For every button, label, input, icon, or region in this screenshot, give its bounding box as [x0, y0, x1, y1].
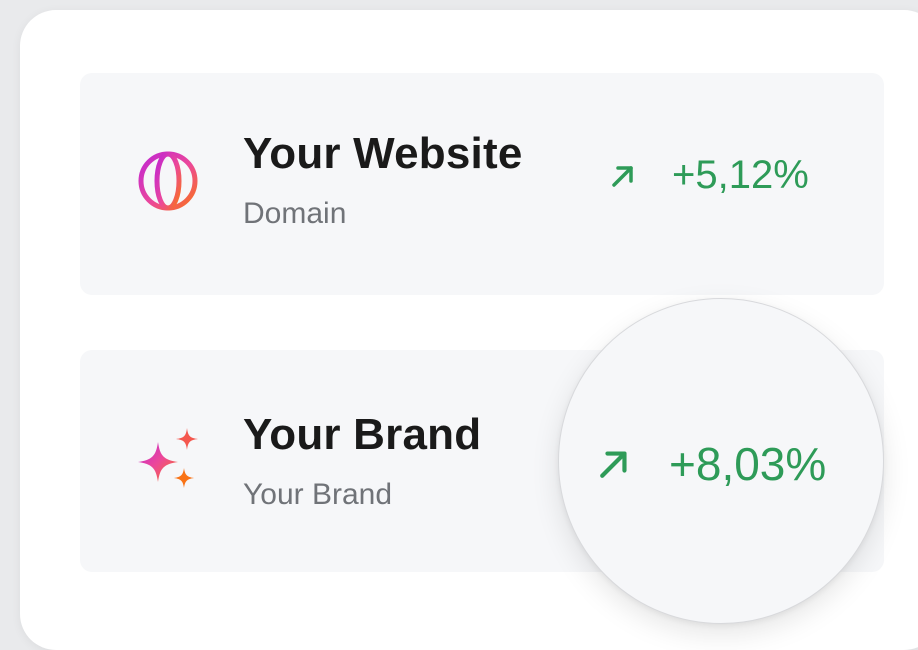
arrow-up-right-icon: [612, 165, 633, 187]
trend-indicator: +5,12%: [610, 153, 809, 198]
sparkles-icon: [138, 428, 198, 488]
item-subtitle: Domain: [243, 197, 347, 230]
list-item-website[interactable]: Your Website Domain +5,12%: [80, 73, 884, 295]
item-title: Your Website: [243, 129, 523, 178]
magnifier-lens: +8,03%: [558, 298, 884, 624]
item-subtitle: Your Brand: [243, 478, 393, 511]
globe-icon: [138, 151, 198, 211]
item-title: Your Brand: [243, 410, 482, 459]
panel: Your Website Domain +5,12% Your Brand Yo…: [20, 10, 918, 650]
change-value: +8,03%: [669, 438, 827, 490]
arrow-up-right-icon: [600, 451, 627, 478]
trend-indicator: +8,03%: [597, 437, 826, 491]
change-value: +5,12%: [672, 153, 809, 197]
